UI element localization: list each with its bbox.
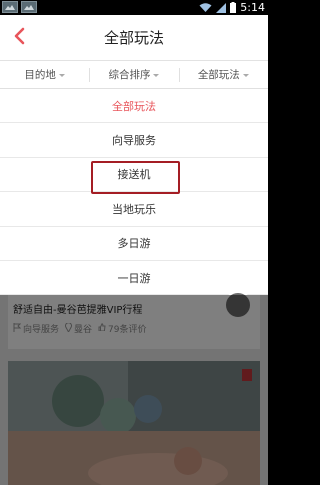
app-header: 全部玩法 bbox=[0, 15, 268, 61]
dim-overlay[interactable] bbox=[0, 295, 268, 485]
filter-sort[interactable]: 综合排序 bbox=[89, 61, 178, 88]
filter-bar: 目的地 综合排序 全部玩法 bbox=[0, 61, 268, 89]
filter-destination[interactable]: 目的地 bbox=[0, 61, 89, 88]
status-bar: 5:14 bbox=[0, 0, 268, 15]
filter-label: 全部玩法 bbox=[197, 69, 240, 81]
option-guide-service[interactable]: 向导服务 bbox=[0, 123, 268, 158]
page-title: 全部玩法 bbox=[103, 29, 164, 47]
gallery-icon bbox=[2, 1, 18, 13]
gallery-icon bbox=[21, 1, 37, 13]
battery-icon bbox=[230, 2, 237, 13]
status-time: 5:14 bbox=[240, 1, 265, 14]
filter-play-type[interactable]: 全部玩法 bbox=[178, 61, 268, 88]
option-local-fun[interactable]: 当地玩乐 bbox=[0, 192, 268, 227]
caret-down-icon bbox=[58, 73, 65, 77]
option-one-day-tour[interactable]: 一日游 bbox=[0, 261, 268, 296]
signal-icon bbox=[216, 2, 227, 13]
caret-down-icon bbox=[153, 73, 160, 77]
option-multi-day-tour[interactable]: 多日游 bbox=[0, 227, 268, 261]
wifi-icon bbox=[199, 2, 212, 13]
filter-label: 目的地 bbox=[24, 69, 56, 81]
filter-label: 综合排序 bbox=[108, 69, 151, 81]
option-all-play[interactable]: 全部玩法 bbox=[0, 89, 268, 124]
highlight-box bbox=[91, 161, 180, 194]
caret-down-icon bbox=[242, 73, 249, 77]
